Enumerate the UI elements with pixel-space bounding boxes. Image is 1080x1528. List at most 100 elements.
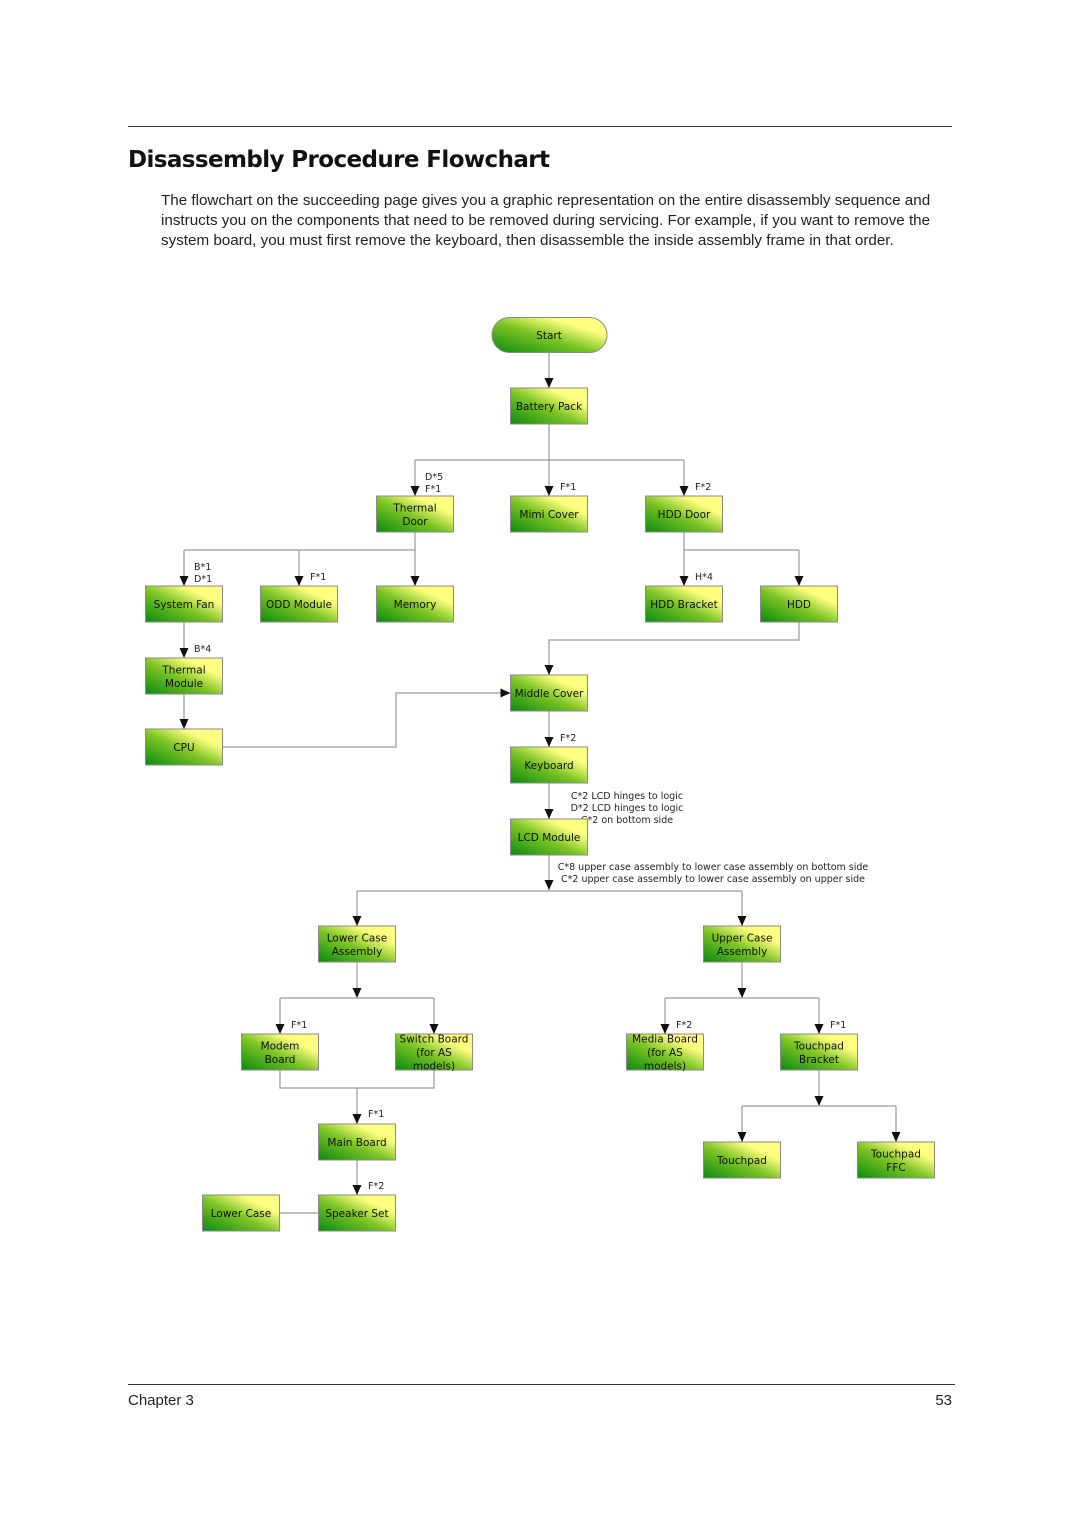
node-modem: Modem Board (241, 1033, 319, 1071)
arrow-down-icon (179, 648, 189, 658)
arrow-down-icon (891, 1132, 901, 1142)
arrow-down-icon (814, 1096, 824, 1106)
arrow-down-icon (544, 809, 554, 819)
node-thermaldoor: Thermal Door (376, 495, 454, 533)
node-lowercase: Lower Case (202, 1194, 280, 1232)
arrow-down-icon (544, 378, 554, 388)
node-label: Start (536, 330, 562, 342)
node-label: LCD Module (518, 832, 581, 844)
edge-label: D*1 (194, 574, 212, 585)
node-label: Battery Pack (516, 401, 583, 413)
arrow-down-icon (294, 576, 304, 586)
node-label: Assembly (717, 946, 768, 958)
node-label: HDD (787, 599, 811, 611)
node-label: Touchpad (870, 1148, 921, 1160)
edge-label: B*1 (194, 562, 211, 573)
node-label: Board (265, 1054, 296, 1066)
node-label: System Fan (154, 599, 215, 611)
node-label: Thermal (392, 502, 436, 514)
edge-label: F*1 (310, 572, 326, 583)
node-memory: Memory (376, 585, 454, 623)
node-label: Thermal (161, 664, 205, 676)
node-hdddoor: HDD Door (645, 495, 723, 533)
arrow-down-icon (544, 665, 554, 675)
arrow-down-icon (814, 1024, 824, 1034)
node-label: Mimi Cover (519, 509, 579, 521)
edge-label: C*2 LCD hinges to logic (571, 791, 683, 802)
arrow-down-icon (410, 576, 420, 586)
edge-label: F*1 (291, 1020, 307, 1031)
arrow-down-icon (352, 1114, 362, 1124)
arrow-right-icon (500, 688, 511, 698)
node-label: HDD Door (658, 509, 711, 521)
footer-chapter: Chapter 3 (128, 1392, 194, 1409)
arrow-down-icon (352, 916, 362, 926)
node-start: Start (491, 317, 608, 353)
node-middlecover: Middle Cover (510, 674, 588, 712)
bottom-rule (128, 1384, 955, 1385)
node-label: Modem (261, 1040, 300, 1052)
node-sysfan: System Fan (145, 585, 223, 623)
edge-label: F*2 (560, 733, 576, 744)
node-label: Middle Cover (515, 688, 584, 700)
node-cpu: CPU (145, 728, 223, 766)
arrow-down-icon (737, 988, 747, 998)
node-label: Memory (394, 599, 437, 611)
node-speaker: Speaker Set (318, 1194, 396, 1232)
node-battery: Battery Pack (510, 387, 588, 425)
node-label: models) (644, 1061, 686, 1073)
node-lowercaseasm: Lower Case Assembly (318, 925, 396, 963)
node-label: Media Board (632, 1034, 698, 1046)
node-label: Lower Case (327, 932, 388, 944)
node-label: Touchpad (793, 1040, 844, 1052)
edge-label: F*2 (695, 482, 711, 493)
edge-hdd-middlecover (548, 622, 800, 675)
node-label: Door (402, 516, 428, 528)
arrow-down-icon (737, 1132, 747, 1142)
node-label: Touchpad (716, 1155, 767, 1167)
edge-label: F*2 (368, 1181, 384, 1192)
arrow-down-icon (544, 486, 554, 496)
node-label: Bracket (799, 1054, 839, 1066)
arrow-down-icon (660, 1024, 670, 1034)
nodes-layer: Start Battery Pack Thermal Door Mimi Cover HD… (145, 317, 935, 1232)
node-label: (for AS (416, 1047, 452, 1059)
edge-label: C*2 upper case assembly to lower case as… (561, 874, 865, 885)
node-keyboard: Keyboard (510, 746, 588, 784)
edge-label: F*1 (368, 1109, 384, 1120)
arrow-down-icon (544, 737, 554, 747)
node-touchpad: Touchpad (703, 1141, 781, 1179)
edge-label: B*4 (194, 644, 211, 655)
arrow-down-icon (679, 486, 689, 496)
footer-page-number: 53 (935, 1392, 952, 1409)
node-label: Upper Case (712, 932, 773, 944)
edge-label: H*4 (695, 572, 713, 583)
arrow-down-icon (275, 1024, 285, 1034)
arrow-down-icon (429, 1024, 439, 1034)
arrow-down-icon (179, 576, 189, 586)
node-lcd: LCD Module (510, 818, 588, 856)
node-switchboard: Switch Board(for AS models) (395, 1033, 473, 1073)
node-hddbracket: HDD Bracket (645, 585, 723, 623)
edge-label: F*1 (560, 482, 576, 493)
edge-label: D*5 (425, 472, 443, 483)
node-mainboard: Main Board (318, 1123, 396, 1161)
arrow-down-icon (737, 916, 747, 926)
node-label: Lower Case (211, 1208, 272, 1220)
edge-boards-join (279, 1070, 435, 1089)
node-uppercaseasm: Upper Case Assembly (703, 925, 781, 963)
edge-hdddoor-branch (683, 532, 799, 551)
node-label: ODD Module (266, 599, 332, 611)
node-label: Speaker Set (325, 1208, 388, 1220)
edge-cpu-middlecover (222, 692, 511, 748)
node-mediaboard: Media Board(for AS models) (626, 1033, 704, 1073)
edge-label: F*1 (830, 1020, 846, 1031)
edge-label: F*2 (676, 1020, 692, 1031)
arrow-down-icon (352, 1185, 362, 1195)
node-label: HDD Bracket (650, 599, 717, 611)
edge-label: C*2 on bottom side (581, 815, 673, 826)
arrow-down-icon (544, 880, 554, 890)
node-label: (for AS (647, 1047, 683, 1059)
node-label: models) (413, 1061, 455, 1073)
node-label: Assembly (332, 946, 383, 958)
